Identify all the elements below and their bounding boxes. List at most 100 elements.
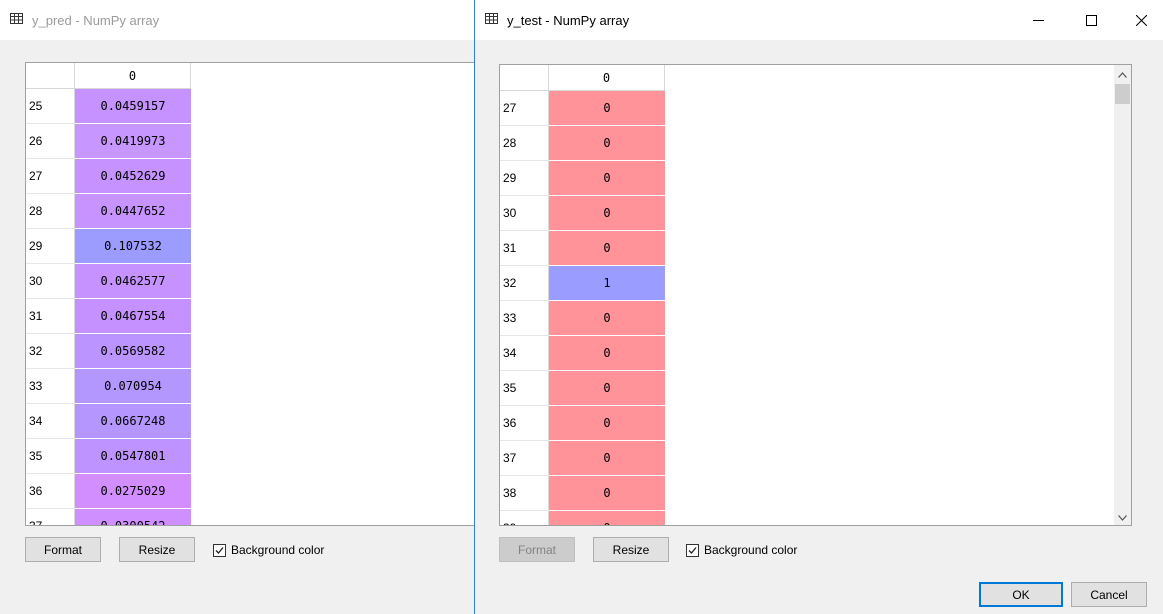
table-row: 33 0.070954 (26, 369, 191, 404)
minimize-icon (1032, 15, 1044, 26)
row-index: 36 (500, 406, 549, 441)
resize-button[interactable]: Resize (119, 537, 195, 562)
format-button[interactable]: Format (25, 537, 101, 562)
row-index: 39 (500, 511, 549, 525)
cell-value[interactable]: 0 (549, 406, 665, 441)
table-row: 27 0.0452629 (26, 159, 191, 194)
table-row: 35 0 (500, 371, 665, 406)
row-index: 34 (500, 336, 549, 371)
maximize-button[interactable] (1068, 0, 1114, 40)
cancel-button[interactable]: Cancel (1071, 582, 1147, 607)
background-color-checkbox[interactable]: Background color (686, 542, 797, 558)
table-row: 26 0.0419973 (26, 124, 191, 159)
cell-value[interactable]: 0.0447652 (75, 194, 191, 229)
rows: 270280290300310321330340350360370380390 (500, 91, 665, 525)
row-index: 36 (26, 474, 75, 509)
checkbox-box[interactable] (213, 543, 226, 557)
y-test-window: y_test - NumPy array 0 27 0 28 0 29 0 30 0 31 0 32… (474, 0, 1163, 614)
table-icon (485, 13, 498, 24)
row-index: 32 (500, 266, 549, 301)
array-grid[interactable]: 0 27028029030031032133034035036037038039… (499, 64, 1132, 526)
cell-value[interactable]: 0 (549, 91, 665, 126)
row-index: 34 (26, 404, 75, 439)
cell-value[interactable]: 0.0467554 (75, 299, 191, 334)
table-row: 390 (500, 511, 665, 525)
cell-value[interactable]: 0 (549, 161, 665, 196)
table-icon (10, 13, 23, 24)
ok-button[interactable]: OK (979, 582, 1063, 607)
table-row: 29 0.107532 (26, 229, 191, 264)
title-bar: y_pred - NumPy array (0, 0, 474, 40)
cell-value[interactable]: 0 (549, 126, 665, 161)
row-index: 29 (26, 229, 75, 264)
row-index: 28 (26, 194, 75, 229)
table-row: 31 0 (500, 231, 665, 266)
resize-button[interactable]: Resize (593, 537, 669, 562)
table-row: 28 0 (500, 126, 665, 161)
chevron-down-icon (1118, 510, 1127, 524)
checkbox-label: Background color (704, 543, 798, 557)
row-index: 31 (500, 231, 549, 266)
header-row: 0 (500, 65, 665, 91)
minimize-button[interactable] (1015, 0, 1061, 40)
vertical-scrollbar[interactable] (1114, 65, 1131, 525)
cell-value[interactable]: 0 (549, 371, 665, 406)
row-index: 26 (26, 124, 75, 159)
row-index: 30 (26, 264, 75, 299)
column-header[interactable]: 0 (75, 63, 191, 89)
close-icon (1135, 14, 1147, 26)
table-row: 34 0 (500, 336, 665, 371)
checkbox-box[interactable] (686, 543, 699, 557)
cell-value[interactable]: 0.0569582 (75, 334, 191, 369)
array-grid[interactable]: 0 25 0.0459157 26 0.0419973 27 0.0452629 28 0.0… (25, 62, 474, 526)
column-header[interactable]: 0 (549, 65, 665, 91)
table-row: 37 0.0300542 (26, 509, 191, 525)
cell-value[interactable]: 0.070954 (75, 369, 191, 404)
row-index: 38 (500, 476, 549, 511)
table-row: 25 0.0459157 (26, 89, 191, 124)
cell-value[interactable]: 0.0459157 (75, 89, 191, 124)
cell-value[interactable]: 0.0547801 (75, 439, 191, 474)
row-index: 33 (26, 369, 75, 404)
row-index: 32 (26, 334, 75, 369)
row-index: 35 (500, 371, 549, 406)
cell-value[interactable]: 0 (549, 336, 665, 371)
row-index: 30 (500, 196, 549, 231)
title-bar: y_test - NumPy array (475, 0, 1163, 40)
header-corner (26, 63, 75, 89)
row-index: 35 (26, 439, 75, 474)
background-color-checkbox[interactable]: Background color (213, 542, 324, 558)
row-index: 27 (26, 159, 75, 194)
table-row: 30 0.0462577 (26, 264, 191, 299)
cell-value[interactable]: 0.0667248 (75, 404, 191, 439)
cell-value[interactable]: 0.0275029 (75, 474, 191, 509)
format-button[interactable]: Format (499, 537, 575, 562)
cell-value[interactable]: 0 (549, 511, 665, 525)
checkbox-label: Background color (231, 543, 325, 557)
window-title: y_test - NumPy array (507, 13, 630, 28)
scroll-thumb[interactable] (1115, 84, 1130, 104)
scroll-down-button[interactable] (1114, 508, 1131, 525)
row-index: 37 (500, 441, 549, 476)
row-index: 31 (26, 299, 75, 334)
cell-value[interactable]: 0.0452629 (75, 159, 191, 194)
cell-value[interactable]: 0 (549, 196, 665, 231)
cell-value[interactable]: 1 (549, 266, 665, 301)
cell-value[interactable]: 0.0419973 (75, 124, 191, 159)
table-row: 32 0.0569582 (26, 334, 191, 369)
cell-value[interactable]: 0.107532 (75, 229, 191, 264)
window-title: y_pred - NumPy array (32, 13, 160, 28)
table-row: 32 1 (500, 266, 665, 301)
cell-value[interactable]: 0 (549, 301, 665, 336)
close-button[interactable] (1118, 0, 1163, 40)
cell-value[interactable]: 0.0462577 (75, 264, 191, 299)
scroll-up-button[interactable] (1114, 65, 1131, 82)
cell-value[interactable]: 0 (549, 231, 665, 266)
table-row: 29 0 (500, 161, 665, 196)
cell-value[interactable]: 0 (549, 476, 665, 511)
cell-value[interactable]: 0.0300542 (75, 509, 191, 525)
table-row: 30 0 (500, 196, 665, 231)
table-row: 33 0 (500, 301, 665, 336)
cell-value[interactable]: 0 (549, 441, 665, 476)
row-index: 28 (500, 126, 549, 161)
